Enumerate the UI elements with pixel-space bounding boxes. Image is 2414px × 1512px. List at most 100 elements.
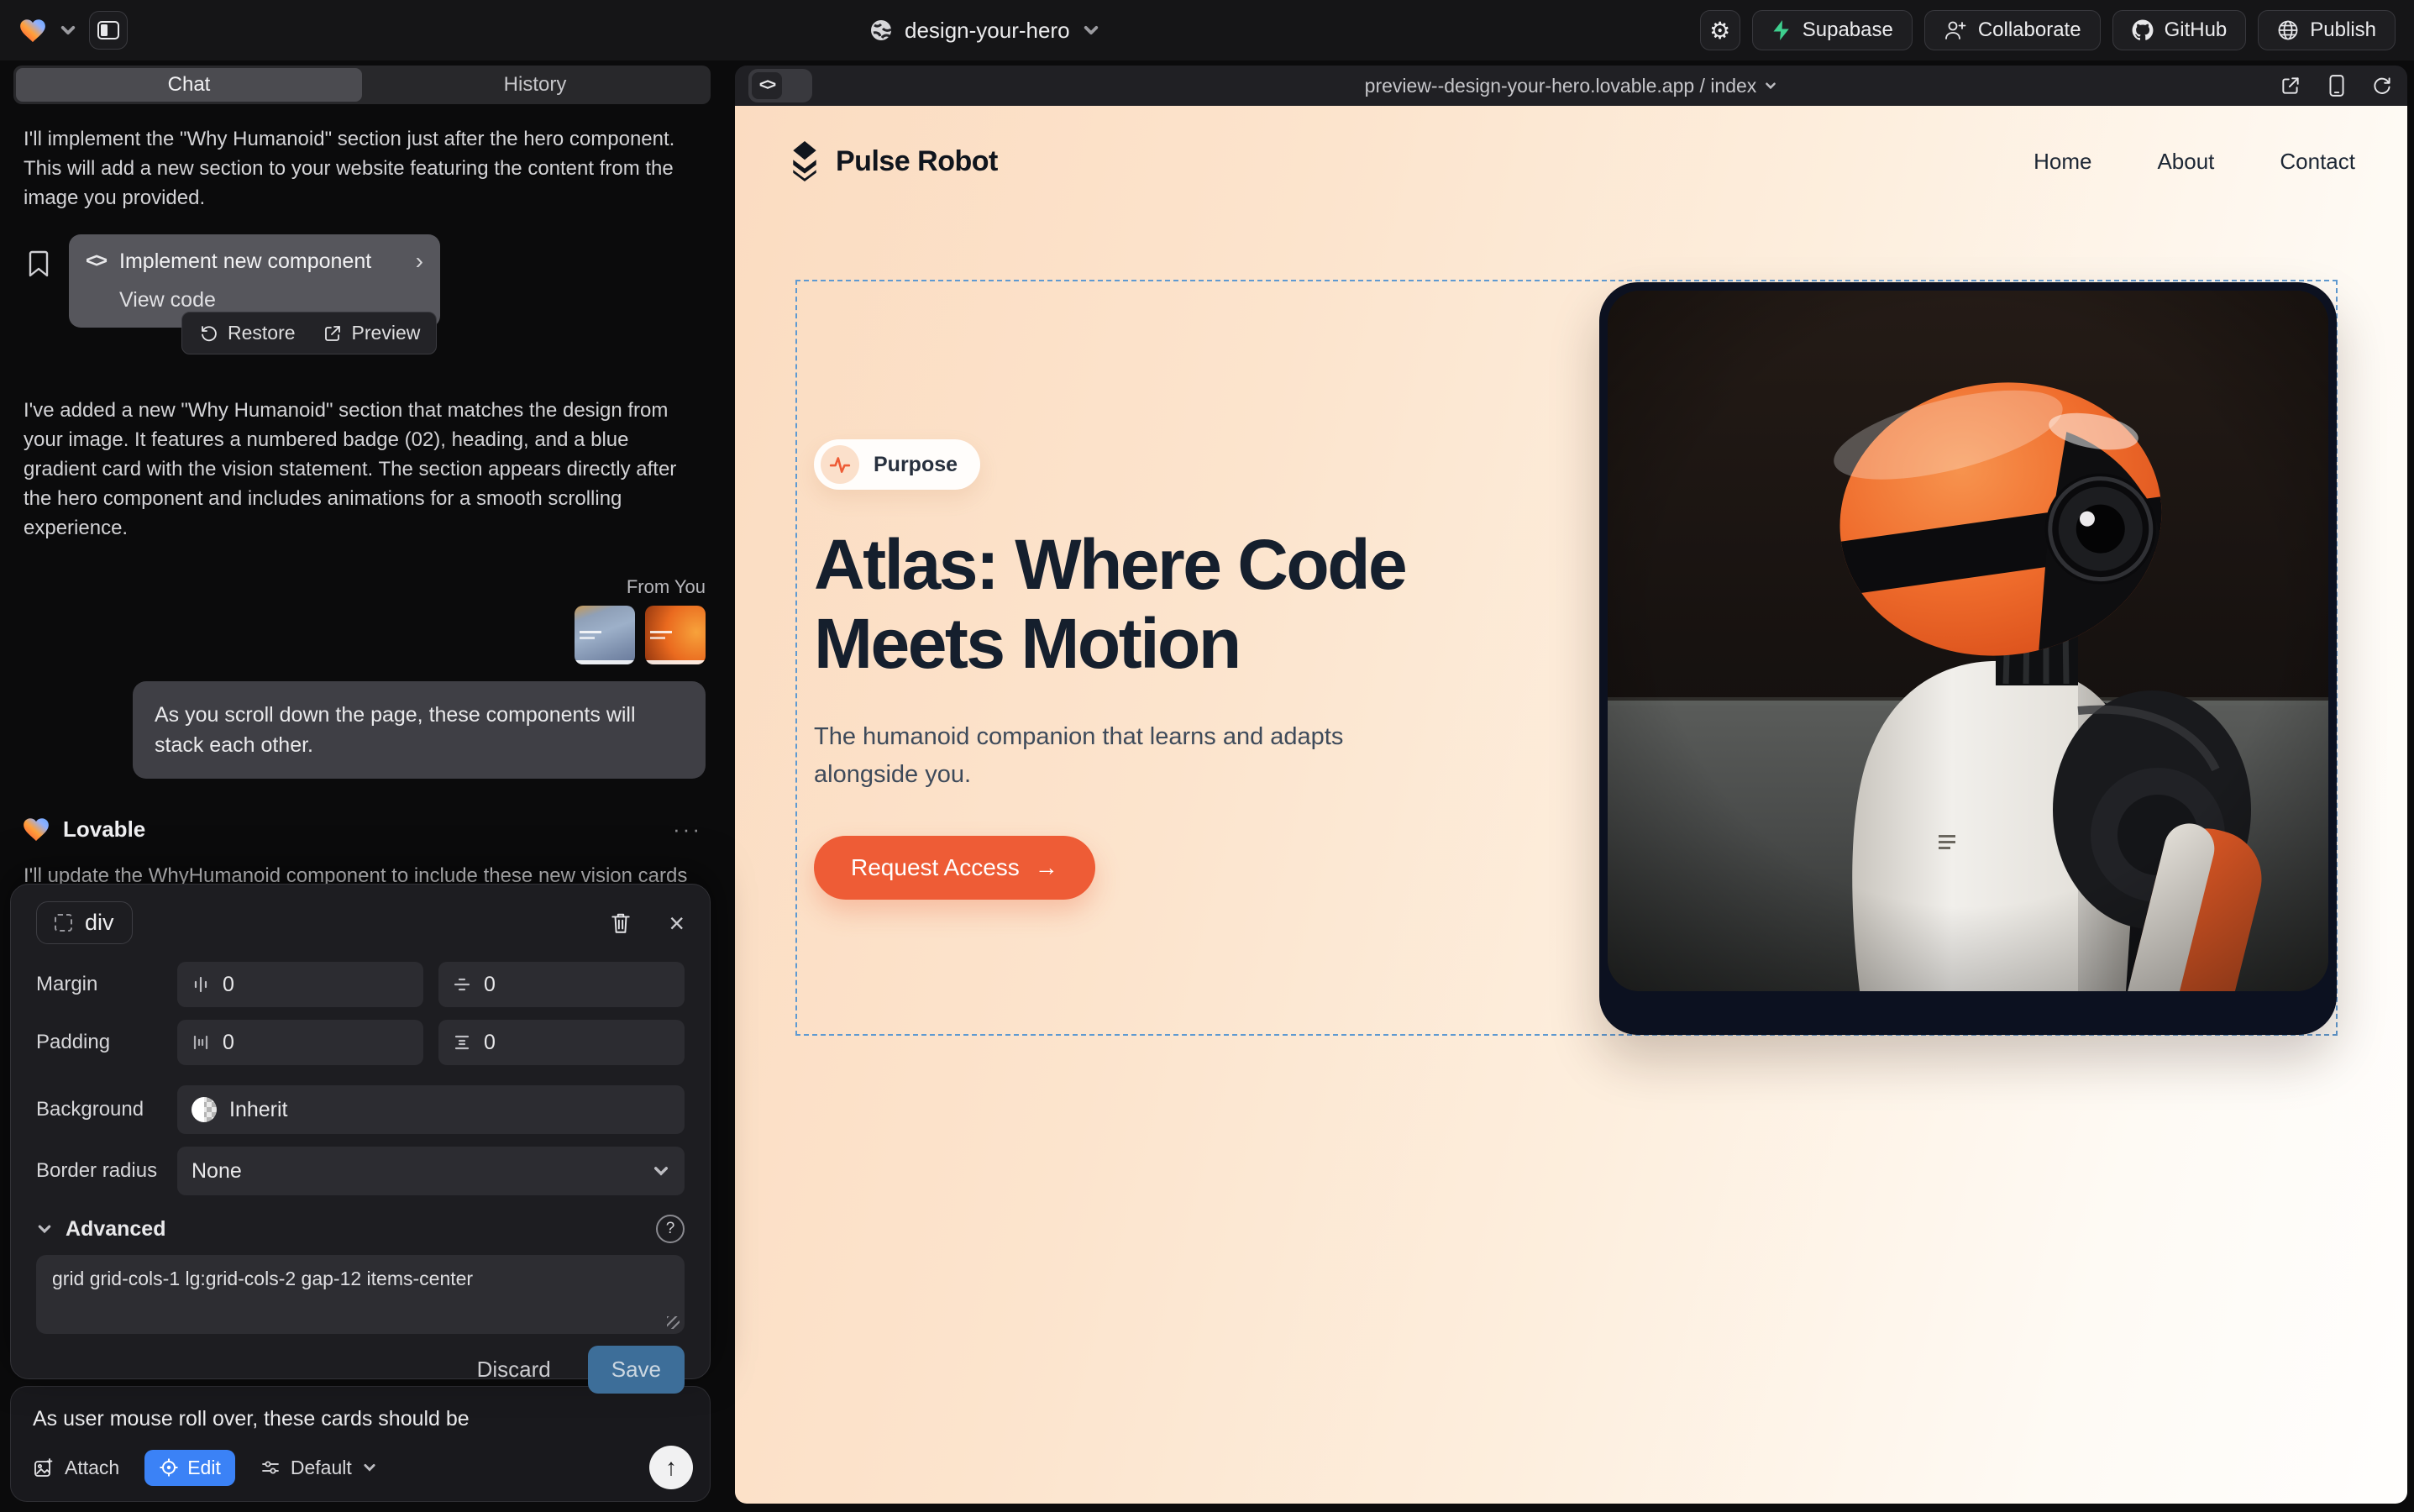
- robot-image: [1608, 291, 2328, 991]
- mode-select[interactable]: Default: [260, 1457, 377, 1479]
- preview-url: preview--design-your-hero.lovable.app / …: [1365, 75, 1757, 97]
- arrow-right-icon: →: [1035, 854, 1058, 881]
- tab-chat[interactable]: Chat: [16, 68, 362, 102]
- background-input[interactable]: Inherit: [177, 1085, 685, 1134]
- attachment-thumbnail-blue[interactable]: [575, 606, 635, 664]
- margin-horizontal-icon: [192, 975, 210, 994]
- save-button[interactable]: Save: [588, 1346, 685, 1394]
- preview-pane: <> preview--design-your-hero.lovable.app…: [735, 66, 2407, 1504]
- attachment-thumbnail-orange[interactable]: [645, 606, 706, 664]
- hero-subheading: The humanoid companion that learns and a…: [814, 718, 1402, 794]
- nav-link-home[interactable]: Home: [2034, 149, 2091, 175]
- publish-button[interactable]: Publish: [2258, 10, 2396, 50]
- border-radius-value: None: [192, 1159, 242, 1184]
- resize-handle[interactable]: [667, 1316, 680, 1329]
- selection-icon: [55, 914, 72, 932]
- user-message-bubble: As you scroll down the page, these compo…: [133, 681, 706, 779]
- help-icon[interactable]: ?: [656, 1215, 685, 1243]
- attach-button[interactable]: Attach: [33, 1457, 119, 1479]
- chat-messages: I'll implement the "Why Humanoid" sectio…: [8, 124, 716, 1003]
- hero-robot-card: [1599, 282, 2337, 1035]
- collaborate-button[interactable]: Collaborate: [1924, 10, 2101, 50]
- topbar: design-your-hero ⚙ Supabase Collaborate …: [0, 0, 2414, 60]
- edit-mode-button[interactable]: Edit: [144, 1450, 235, 1486]
- chat-composer[interactable]: As user mouse roll over, these cards sho…: [10, 1386, 711, 1502]
- mobile-view-icon[interactable]: [2327, 74, 2347, 97]
- topbar-left: [18, 11, 128, 50]
- from-you-label: From You: [18, 576, 706, 598]
- chevron-down-icon: [1764, 79, 1777, 92]
- padding-label: Padding: [36, 1031, 177, 1054]
- request-access-button[interactable]: Request Access →: [814, 836, 1095, 900]
- advanced-classes-value: grid grid-cols-1 lg:grid-cols-2 gap-12 i…: [52, 1268, 473, 1289]
- supabase-button[interactable]: Supabase: [1752, 10, 1913, 50]
- arrow-up-icon: ↑: [665, 1454, 677, 1481]
- thumbnail-strip: [575, 660, 635, 664]
- border-radius-label: Border radius: [36, 1159, 177, 1183]
- component-change-header: <> Implement new component ›: [86, 248, 423, 275]
- tab-history[interactable]: History: [362, 68, 708, 102]
- padding-horizontal-icon: [192, 1033, 210, 1052]
- site-brand[interactable]: Pulse Robot: [787, 141, 998, 181]
- restore-button[interactable]: Restore: [198, 322, 296, 344]
- preview-button[interactable]: Preview: [323, 322, 421, 344]
- purpose-badge-label: Purpose: [874, 453, 958, 477]
- globe-icon: [869, 18, 893, 42]
- trash-icon[interactable]: [610, 911, 632, 935]
- discard-button[interactable]: Discard: [477, 1357, 551, 1383]
- nav-link-contact[interactable]: Contact: [2280, 149, 2355, 175]
- advanced-classes-textarea[interactable]: grid grid-cols-1 lg:grid-cols-2 gap-12 i…: [36, 1255, 685, 1334]
- view-code-link[interactable]: View code: [119, 288, 423, 312]
- bookmark-icon[interactable]: [27, 249, 50, 278]
- selected-element-chip[interactable]: div: [36, 901, 133, 944]
- chevron-down-icon: [36, 1221, 53, 1237]
- target-icon: [159, 1457, 179, 1478]
- supabase-label: Supabase: [1803, 18, 1893, 42]
- lovable-logo-icon[interactable]: [18, 17, 47, 44]
- refresh-icon[interactable]: [2372, 75, 2394, 97]
- padding-x-input[interactable]: 0: [177, 1020, 423, 1065]
- topbar-actions: ⚙ Supabase Collaborate GitHub Publish: [1700, 10, 2396, 50]
- code-view-toggle[interactable]: <>: [748, 69, 812, 102]
- site-header: Pulse Robot Home About Contact: [735, 106, 2407, 217]
- purpose-badge: Purpose: [814, 439, 980, 490]
- chevron-down-icon: [362, 1460, 377, 1475]
- site-canvas: Pulse Robot Home About Contact Purpose: [735, 106, 2407, 1504]
- github-button[interactable]: GitHub: [2112, 10, 2247, 50]
- open-external-icon[interactable]: [2280, 75, 2301, 97]
- margin-y-input[interactable]: 0: [438, 962, 685, 1007]
- preview-toolbar-actions: [2280, 74, 2394, 97]
- element-inspector: div × Margin 0 0: [10, 884, 711, 1379]
- gear-icon: ⚙: [1709, 17, 1730, 45]
- sidebar-toggle-button[interactable]: [89, 11, 128, 50]
- app-root: { "topbar": { "project": "design-your-he…: [0, 0, 2414, 1512]
- border-radius-select[interactable]: None: [177, 1147, 685, 1195]
- pulse-icon-circle: [821, 445, 859, 484]
- composer-input[interactable]: As user mouse roll over, these cards sho…: [33, 1407, 688, 1431]
- message-menu-icon[interactable]: ···: [673, 816, 702, 843]
- request-access-label: Request Access: [851, 854, 1020, 881]
- supabase-icon: [1771, 19, 1792, 41]
- attachment-thumbnails: [18, 606, 706, 664]
- activity-icon: [829, 454, 851, 475]
- send-button[interactable]: ↑: [649, 1446, 693, 1489]
- preview-address[interactable]: preview--design-your-hero.lovable.app / …: [735, 66, 2407, 106]
- margin-row: Margin 0 0: [36, 962, 685, 1007]
- advanced-section-header[interactable]: Advanced ?: [36, 1215, 685, 1243]
- margin-vertical-icon: [453, 975, 471, 994]
- hero-heading: Atlas: Where Code Meets Motion: [814, 525, 1536, 683]
- nav-link-about[interactable]: About: [2157, 149, 2214, 175]
- close-icon[interactable]: ×: [669, 910, 685, 937]
- padding-y-input[interactable]: 0: [438, 1020, 685, 1065]
- chevron-down-icon[interactable]: [59, 21, 77, 39]
- selected-hero-grid[interactable]: Purpose Atlas: Where Code Meets Motion T…: [795, 280, 2338, 1036]
- site-nav: Home About Contact: [2034, 149, 2355, 175]
- attach-label: Attach: [65, 1457, 119, 1479]
- restore-icon: [198, 323, 218, 344]
- settings-button[interactable]: ⚙: [1700, 10, 1740, 50]
- assistant-message: I'll implement the "Why Humanoid" sectio…: [24, 124, 701, 213]
- margin-x-input[interactable]: 0: [177, 962, 423, 1007]
- project-switcher[interactable]: design-your-hero: [869, 0, 1100, 60]
- margin-y-value: 0: [484, 973, 496, 997]
- thumbnail-strip: [645, 660, 706, 664]
